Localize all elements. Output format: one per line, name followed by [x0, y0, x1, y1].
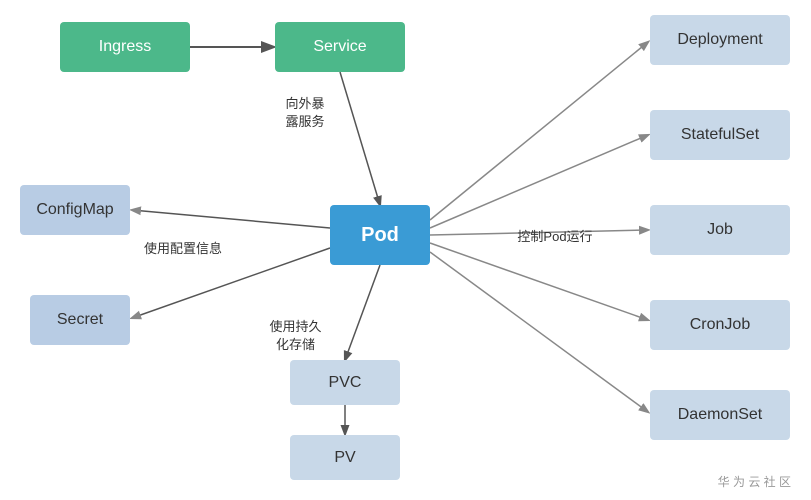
expose-label: 向外暴露服务 — [270, 95, 340, 131]
diagram: Ingress Service Pod ConfigMap Secret PVC… — [0, 0, 811, 500]
control-label: 控制Pod运行 — [500, 228, 610, 246]
pod-node: Pod — [330, 205, 430, 265]
cronjob-node: CronJob — [650, 300, 790, 350]
storage-label: 使用持久化存储 — [258, 318, 333, 354]
job-node: Job — [650, 205, 790, 255]
service-node: Service — [275, 22, 405, 72]
pv-node: PV — [290, 435, 400, 480]
statefulset-node: StatefulSet — [650, 110, 790, 160]
configuse-label: 使用配置信息 — [138, 240, 228, 258]
watermark: 华 为 云 社 区 — [718, 473, 791, 490]
secret-node: Secret — [30, 295, 130, 345]
configmap-node: ConfigMap — [20, 185, 130, 235]
ingress-node: Ingress — [60, 22, 190, 72]
daemonset-node: DaemonSet — [650, 390, 790, 440]
deployment-node: Deployment — [650, 15, 790, 65]
pvc-node: PVC — [290, 360, 400, 405]
